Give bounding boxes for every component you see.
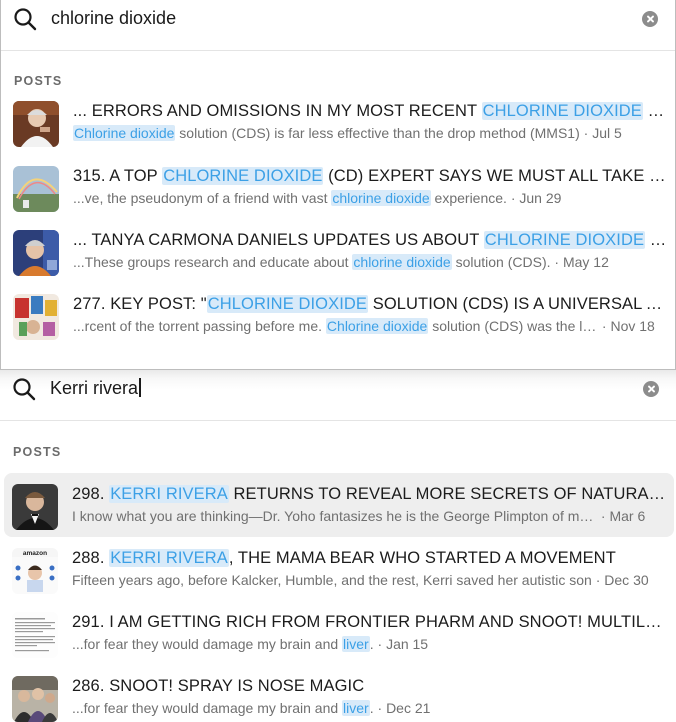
result-subtitle: ...rcent of the torrent passing before m… xyxy=(73,316,667,336)
search-result[interactable]: ... TANYA CARMONA DANIELS UPDATES US ABO… xyxy=(5,219,675,283)
search-result[interactable]: 277. KEY POST: "CHLORINE DIOXIDE SOLUTIO… xyxy=(5,283,675,347)
result-excerpt: ...ve, the pseudonym of a friend with va… xyxy=(73,188,507,208)
search-panel-chlorine: chlorine dioxide POSTS ... ERRORS AND OM… xyxy=(0,0,676,370)
search-match-highlight: KERRI RIVERA xyxy=(109,485,229,503)
search-match-highlight: CHLORINE DIOXIDE xyxy=(483,231,646,249)
result-subtitle: ...for fear they would damage my brain a… xyxy=(72,634,666,654)
search-match-highlight: chlorine dioxide xyxy=(331,190,431,206)
text-segment: ... TANYA CARMONA DANIELS UPDATES US ABO… xyxy=(73,231,484,249)
post-thumbnail-group-photo xyxy=(12,676,58,722)
section-label-posts: POSTS xyxy=(13,445,62,459)
result-subtitle: Fifteen years ago, before Kalcker, Humbl… xyxy=(72,570,666,590)
result-title: 315. A TOP CHLORINE DIOXIDE (CD) EXPERT … xyxy=(73,165,667,187)
search-match-highlight: KERRI RIVERA xyxy=(109,549,229,567)
post-thumbnail-amazon-page: amazon xyxy=(12,548,58,594)
search-result[interactable]: 315. A TOP CHLORINE DIOXIDE (CD) EXPERT … xyxy=(5,155,675,219)
text-segment: 288. xyxy=(72,549,110,567)
amazon-logo-text: amazon xyxy=(23,550,47,557)
text-segment: solution (CDS) was the last xyxy=(428,318,598,334)
section-label-posts: POSTS xyxy=(14,74,63,88)
search-icon xyxy=(13,378,36,401)
result-date: · Jan 15 xyxy=(373,636,429,652)
result-excerpt: ...for fear they would damage my brain a… xyxy=(72,698,374,718)
result-excerpt: I know what you are thinking—Dr. Yoho fa… xyxy=(72,506,597,526)
search-match-highlight: CHLORINE DIOXIDE xyxy=(481,102,643,120)
search-match-highlight: CHLORINE DIOXIDE xyxy=(206,295,369,313)
search-match-highlight: CHLORINE DIOXIDE xyxy=(162,167,324,185)
text-segment: SOLUTION (CDS) IS A UNIVERSAL ANTIDOTE" xyxy=(372,295,667,313)
text-segment: POST xyxy=(647,102,667,120)
search-input[interactable]: chlorine dioxide xyxy=(51,8,176,29)
search-match-highlight: Chlorine dioxide xyxy=(73,125,176,141)
text-segment: RETURNS TO REVEAL MORE SECRETS OF NATURA… xyxy=(233,485,666,503)
search-result[interactable]: ... ERRORS AND OMISSIONS IN MY MOST RECE… xyxy=(5,90,675,154)
text-segment: 298. xyxy=(72,485,110,503)
search-result[interactable]: amazon 288. KERRI RIVERA, THE MAMA BEAR … xyxy=(4,537,674,601)
text-segment: I know what you are thinking—Dr. Yoho fa… xyxy=(72,508,597,524)
result-excerpt: ...These groups research and educate abo… xyxy=(73,252,551,272)
result-excerpt: ...for fear they would damage my brain a… xyxy=(72,634,374,654)
search-panel-kerri: Kerri rivera POSTS 298. KERRI RIVERA RET… xyxy=(0,370,676,722)
result-title: 277. KEY POST: "CHLORINE DIOXIDE SOLUTIO… xyxy=(73,293,667,315)
post-thumbnail-rainbow-landscape xyxy=(13,166,59,212)
text-cursor xyxy=(139,378,141,397)
result-title: 288. KERRI RIVERA, THE MAMA BEAR WHO STA… xyxy=(72,547,666,569)
text-segment: solution (CDS). xyxy=(451,254,551,270)
text-segment: 277. KEY POST: " xyxy=(73,295,207,313)
result-excerpt: ...rcent of the torrent passing before m… xyxy=(73,316,598,336)
text-segment: (CDS) xyxy=(649,231,667,249)
search-result[interactable]: 291. I AM GETTING RICH FROM FRONTIER PHA… xyxy=(4,601,674,665)
text-segment: solution (CDS) is far less effective tha… xyxy=(175,125,580,141)
search-match-highlight: Chlorine dioxide xyxy=(325,318,429,334)
text-segment: ...rcent of the torrent passing before m… xyxy=(73,318,326,334)
result-subtitle: ...for fear they would damage my brain a… xyxy=(72,698,666,718)
result-title: 286. SNOOT! SPRAY IS NOSE MAGIC xyxy=(72,675,666,697)
post-thumbnail-text-document xyxy=(12,612,58,658)
result-date: · Dec 21 xyxy=(373,700,431,716)
result-title: 291. I AM GETTING RICH FROM FRONTIER PHA… xyxy=(72,611,666,633)
result-date: · Jun 29 xyxy=(506,190,562,206)
search-match-highlight: chlorine dioxide xyxy=(352,254,452,270)
text-segment: ...for fear they would damage my brain a… xyxy=(72,700,343,716)
text-segment: ...These groups research and educate abo… xyxy=(73,254,353,270)
text-segment: ...for fear they would damage my brain a… xyxy=(72,636,343,652)
result-excerpt: Chlorine dioxide solution (CDS) is far l… xyxy=(73,123,580,143)
result-subtitle: ...These groups research and educate abo… xyxy=(73,252,667,272)
result-date: · Dec 30 xyxy=(591,572,649,588)
result-date: · May 12 xyxy=(550,254,609,270)
result-title: ... ERRORS AND OMISSIONS IN MY MOST RECE… xyxy=(73,100,667,122)
post-thumbnail-man-tuxedo xyxy=(12,484,58,530)
text-segment: 291. I AM GETTING RICH FROM FRONTIER PHA… xyxy=(72,613,666,631)
search-input[interactable]: Kerri rivera xyxy=(50,378,141,399)
search-bar[interactable]: Kerri rivera xyxy=(0,370,676,421)
search-result[interactable]: 286. SNOOT! SPRAY IS NOSE MAGIC ...for f… xyxy=(4,665,674,722)
text-segment: experience. xyxy=(430,190,507,206)
post-thumbnail-book-collage xyxy=(13,294,59,340)
text-segment: ...ve, the pseudonym of a friend with va… xyxy=(73,190,332,206)
search-bar[interactable]: chlorine dioxide xyxy=(1,0,675,51)
text-segment: Fifteen years ago, before Kalcker, Humbl… xyxy=(72,572,592,588)
result-excerpt: Fifteen years ago, before Kalcker, Humbl… xyxy=(72,570,592,590)
result-date: · Mar 6 xyxy=(597,508,646,524)
text-segment: (CD) EXPERT SAYS WE MUST ALL TAKE IT NOW xyxy=(328,167,667,185)
clear-search-icon[interactable] xyxy=(642,11,658,27)
clear-search-icon[interactable] xyxy=(643,381,659,397)
text-segment: 315. A TOP xyxy=(73,167,163,185)
search-match-highlight: liver xyxy=(342,700,370,716)
result-subtitle: I know what you are thinking—Dr. Yoho fa… xyxy=(72,506,666,526)
text-segment: 286. SNOOT! SPRAY IS NOSE MAGIC xyxy=(72,677,365,695)
result-date: · Jul 5 xyxy=(579,125,622,141)
text-segment: , THE MAMA BEAR WHO STARTED A MOVEMENT xyxy=(228,549,616,567)
text-segment: ... ERRORS AND OMISSIONS IN MY MOST RECE… xyxy=(73,102,482,120)
result-title: 298. KERRI RIVERA RETURNS TO REVEAL MORE… xyxy=(72,483,666,505)
result-date: · Nov 18 xyxy=(598,318,655,334)
post-thumbnail-video-call xyxy=(13,230,59,276)
search-result[interactable]: 298. KERRI RIVERA RETURNS TO REVEAL MORE… xyxy=(4,473,674,537)
result-title: ... TANYA CARMONA DANIELS UPDATES US ABO… xyxy=(73,229,667,251)
result-subtitle: Chlorine dioxide solution (CDS) is far l… xyxy=(73,123,667,143)
result-subtitle: ...ve, the pseudonym of a friend with va… xyxy=(73,188,667,208)
post-thumbnail-man-portrait xyxy=(13,101,59,147)
search-match-highlight: liver xyxy=(342,636,370,652)
search-icon xyxy=(14,8,37,31)
